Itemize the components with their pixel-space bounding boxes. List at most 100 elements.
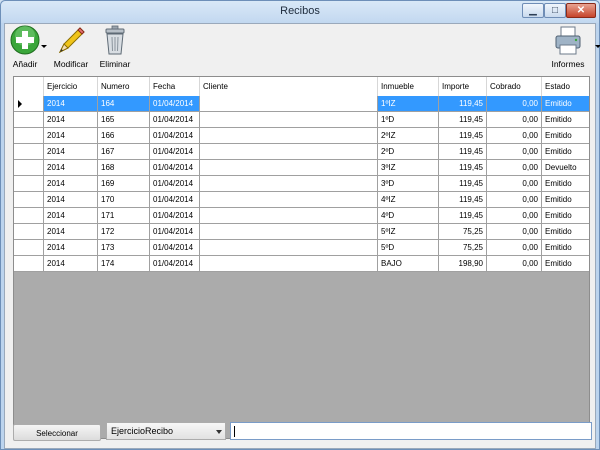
cell-inmueble[interactable]: 3ºIZ <box>378 160 439 176</box>
cell-estado[interactable]: Emitido <box>542 224 589 240</box>
table-row[interactable]: 2014 168 01/04/2014 3ºIZ 119,45 0,00 Devuelto <box>14 160 589 176</box>
cell-fecha[interactable]: 01/04/2014 <box>150 192 200 208</box>
search-input[interactable] <box>230 422 592 440</box>
table-row[interactable]: 2014 174 01/04/2014 BAJO 198,90 0,00 Emitido <box>14 256 589 272</box>
cell-fecha[interactable]: 01/04/2014 <box>150 160 200 176</box>
cell-cliente[interactable] <box>200 160 378 176</box>
cell-ejercicio[interactable]: 2014 <box>44 128 98 144</box>
cell-inmueble[interactable]: BAJO <box>378 256 439 272</box>
minimize-button[interactable]: ▁ <box>522 3 544 18</box>
cell-estado[interactable]: Emitido <box>542 256 589 272</box>
cell-numero[interactable]: 171 <box>98 208 150 224</box>
cell-cliente[interactable] <box>200 144 378 160</box>
cell-cliente[interactable] <box>200 192 378 208</box>
reports-button[interactable]: Informes <box>545 25 600 71</box>
cell-importe[interactable]: 119,45 <box>439 208 487 224</box>
cell-estado[interactable]: Emitido <box>542 240 589 256</box>
column-header-inmueble[interactable]: Inmueble <box>378 77 439 96</box>
cell-cliente[interactable] <box>200 112 378 128</box>
table-row[interactable]: 2014 171 01/04/2014 4ºD 119,45 0,00 Emitido <box>14 208 589 224</box>
cell-cobrado[interactable]: 0,00 <box>487 128 542 144</box>
cell-numero[interactable]: 174 <box>98 256 150 272</box>
cell-fecha[interactable]: 01/04/2014 <box>150 240 200 256</box>
maximize-button[interactable]: □ <box>544 3 566 18</box>
row-header[interactable] <box>14 256 44 272</box>
cell-numero[interactable]: 173 <box>98 240 150 256</box>
cell-cliente[interactable] <box>200 224 378 240</box>
cell-cliente[interactable] <box>200 176 378 192</box>
row-header[interactable] <box>14 240 44 256</box>
row-header[interactable] <box>14 96 44 112</box>
cell-inmueble[interactable]: 2ºD <box>378 144 439 160</box>
column-header-estado[interactable]: Estado <box>542 77 589 96</box>
row-header[interactable] <box>14 224 44 240</box>
cell-ejercicio[interactable]: 2014 <box>44 240 98 256</box>
table-row[interactable]: 2014 166 01/04/2014 2ºIZ 119,45 0,00 Emitido <box>14 128 589 144</box>
cell-inmueble[interactable]: 4ºD <box>378 208 439 224</box>
cell-importe[interactable]: 75,25 <box>439 224 487 240</box>
cell-cliente[interactable] <box>200 208 378 224</box>
cell-estado[interactable]: Emitido <box>542 176 589 192</box>
header-corner[interactable] <box>14 77 44 96</box>
cell-ejercicio[interactable]: 2014 <box>44 256 98 272</box>
add-dropdown-icon[interactable] <box>41 45 47 48</box>
cell-cobrado[interactable]: 0,00 <box>487 224 542 240</box>
row-header[interactable] <box>14 128 44 144</box>
cell-importe[interactable]: 75,25 <box>439 240 487 256</box>
cell-cliente[interactable] <box>200 128 378 144</box>
cell-cobrado[interactable]: 0,00 <box>487 144 542 160</box>
add-button[interactable]: Añadir <box>6 25 47 71</box>
cell-estado[interactable]: Devuelto <box>542 160 589 176</box>
cell-numero[interactable]: 169 <box>98 176 150 192</box>
cell-fecha[interactable]: 01/04/2014 <box>150 96 200 112</box>
recibos-grid[interactable]: Ejercicio Numero Fecha Cliente Inmueble … <box>13 76 590 439</box>
cell-inmueble[interactable]: 1ºD <box>378 112 439 128</box>
column-header-ejercicio[interactable]: Ejercicio <box>44 77 98 96</box>
cell-cobrado[interactable]: 0,00 <box>487 208 542 224</box>
field-select[interactable]: EjercicioRecibo <box>106 422 226 440</box>
cell-ejercicio[interactable]: 2014 <box>44 208 98 224</box>
cell-numero[interactable]: 164 <box>98 96 150 112</box>
cell-ejercicio[interactable]: 2014 <box>44 192 98 208</box>
cell-cliente[interactable] <box>200 96 378 112</box>
column-header-cobrado[interactable]: Cobrado <box>487 77 542 96</box>
cell-numero[interactable]: 172 <box>98 224 150 240</box>
cell-cobrado[interactable]: 0,00 <box>487 256 542 272</box>
row-header[interactable] <box>14 160 44 176</box>
cell-numero[interactable]: 168 <box>98 160 150 176</box>
cell-importe[interactable]: 119,45 <box>439 160 487 176</box>
cell-ejercicio[interactable]: 2014 <box>44 96 98 112</box>
cell-importe[interactable]: 119,45 <box>439 128 487 144</box>
table-row[interactable]: 2014 167 01/04/2014 2ºD 119,45 0,00 Emitido <box>14 144 589 160</box>
reports-dropdown-icon[interactable] <box>595 45 600 48</box>
cell-cliente[interactable] <box>200 240 378 256</box>
cell-inmueble[interactable]: 1ºIZ <box>378 96 439 112</box>
cell-inmueble[interactable]: 3ºD <box>378 176 439 192</box>
cell-inmueble[interactable]: 5ºIZ <box>378 224 439 240</box>
cell-cliente[interactable] <box>200 256 378 272</box>
table-row[interactable]: 2014 164 01/04/2014 1ºIZ 119,45 0,00 Emitido <box>14 96 589 112</box>
cell-fecha[interactable]: 01/04/2014 <box>150 112 200 128</box>
cell-inmueble[interactable]: 2ºIZ <box>378 128 439 144</box>
delete-button[interactable]: Eliminar <box>96 25 134 71</box>
cell-numero[interactable]: 167 <box>98 144 150 160</box>
row-header[interactable] <box>14 144 44 160</box>
cell-importe[interactable]: 119,45 <box>439 96 487 112</box>
row-header[interactable] <box>14 112 44 128</box>
column-header-fecha[interactable]: Fecha <box>150 77 200 96</box>
cell-importe[interactable]: 119,45 <box>439 144 487 160</box>
cell-fecha[interactable]: 01/04/2014 <box>150 128 200 144</box>
row-header[interactable] <box>14 176 44 192</box>
cell-inmueble[interactable]: 4ºIZ <box>378 192 439 208</box>
cell-importe[interactable]: 119,45 <box>439 176 487 192</box>
cell-importe[interactable]: 119,45 <box>439 112 487 128</box>
cell-estado[interactable]: Emitido <box>542 144 589 160</box>
cell-cobrado[interactable]: 0,00 <box>487 160 542 176</box>
title-bar[interactable]: Recibos ▁ □ ✕ <box>1 1 599 23</box>
table-row[interactable]: 2014 172 01/04/2014 5ºIZ 75,25 0,00 Emitido <box>14 224 589 240</box>
close-button[interactable]: ✕ <box>566 3 596 18</box>
column-header-numero[interactable]: Numero <box>98 77 150 96</box>
cell-importe[interactable]: 198,90 <box>439 256 487 272</box>
cell-numero[interactable]: 166 <box>98 128 150 144</box>
cell-numero[interactable]: 170 <box>98 192 150 208</box>
